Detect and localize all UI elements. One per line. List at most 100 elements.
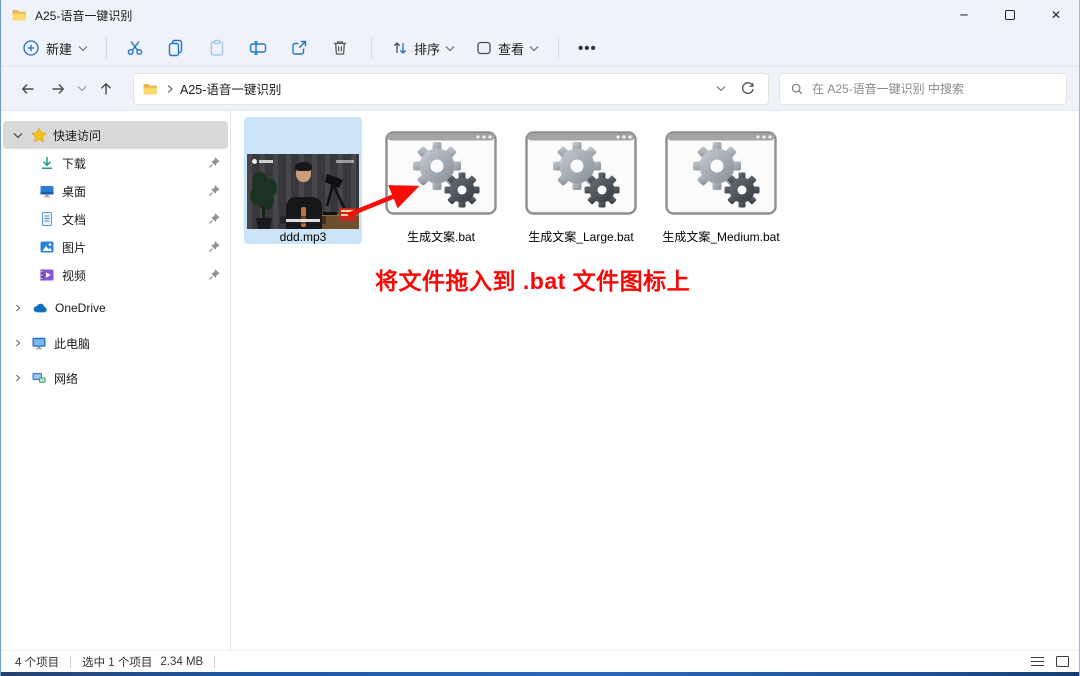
red-badge xyxy=(339,208,356,221)
sidebar-item-videos[interactable]: 视频 xyxy=(1,261,230,289)
sort-button[interactable]: 排序 xyxy=(381,33,465,63)
chevron-right-icon[interactable] xyxy=(13,302,23,314)
breadcrumb[interactable]: A25-语音一键识别 xyxy=(133,72,769,105)
sidebar-item-label: 网络 xyxy=(54,371,79,386)
network-icon xyxy=(32,373,46,383)
recent-locations-button[interactable] xyxy=(73,74,91,104)
search-input[interactable] xyxy=(812,81,1058,96)
close-icon: ✕ xyxy=(1050,8,1062,22)
chevron-down-icon xyxy=(77,86,87,92)
new-button-label: 新建 xyxy=(46,41,73,57)
pin-icon[interactable] xyxy=(208,184,221,197)
new-button[interactable]: 新建 xyxy=(13,33,97,63)
file-list-area[interactable]: ddd.mp3 生成文案.bat 生成文案_Large.bat 生成文案_Med… xyxy=(231,111,1079,650)
file-name[interactable]: 生成文案_Large.bat xyxy=(528,230,633,244)
paste-button[interactable] xyxy=(198,33,236,63)
chevron-down-icon[interactable] xyxy=(13,131,23,140)
minimize-button[interactable]: ─ xyxy=(941,0,987,30)
annotation-text: 将文件拖入到 .bat 文件图标上 xyxy=(375,268,691,294)
sidebar-item-label: 图片 xyxy=(62,240,87,255)
folder-icon xyxy=(12,10,26,21)
breadcrumb-folder-name[interactable]: A25-语音一键识别 xyxy=(180,79,281,98)
sidebar-item-documents[interactable]: 文档 xyxy=(1,205,230,233)
paste-clipboard-icon xyxy=(210,39,224,56)
selection-count: 选中 1 个项目 xyxy=(82,656,153,669)
person-hair xyxy=(295,162,312,171)
sidebar-item-label: 下载 xyxy=(62,156,87,171)
up-arrow-icon xyxy=(101,82,111,94)
pictures-icon xyxy=(40,241,54,253)
batch-file-icon xyxy=(385,131,497,215)
address-dropdown-button[interactable] xyxy=(708,76,734,102)
chevron-right-icon xyxy=(167,84,173,93)
chevron-right-icon[interactable] xyxy=(13,337,23,349)
sidebar-item-onedrive[interactable]: OneDrive xyxy=(1,294,230,322)
refresh-button[interactable] xyxy=(734,76,760,102)
toolbar-separator xyxy=(106,37,108,59)
maximize-button[interactable] xyxy=(987,0,1033,30)
forward-button[interactable] xyxy=(43,74,73,104)
sidebar-item-downloads[interactable]: 下载 xyxy=(1,149,230,177)
thumb-watermark xyxy=(336,160,354,163)
cut-button[interactable] xyxy=(116,33,154,63)
more-options-button[interactable]: ••• xyxy=(568,40,607,57)
sidebar-item-label: 此电脑 xyxy=(54,336,91,351)
quick-access-label: 快速访问 xyxy=(53,128,102,143)
selection-size: 2.34 MB xyxy=(160,655,204,668)
command-toolbar: 新建 排序 查看 ••• xyxy=(1,30,1079,67)
more-dots-icon: ••• xyxy=(578,39,597,57)
share-icon xyxy=(292,40,307,55)
file-name[interactable]: ddd.mp3 xyxy=(280,230,327,244)
forward-arrow-icon xyxy=(52,83,65,94)
file-tile-bat-1[interactable]: 生成文案.bat xyxy=(382,117,500,244)
item-count: 4 个项目 xyxy=(15,656,60,669)
onedrive-cloud-icon xyxy=(33,303,47,313)
chevron-down-icon xyxy=(716,86,726,92)
file-tile-bat-3[interactable]: 生成文案_Medium.bat xyxy=(662,117,780,244)
videos-icon xyxy=(40,269,54,281)
back-button[interactable] xyxy=(13,74,43,104)
minimize-icon: ─ xyxy=(960,8,968,22)
delete-button[interactable] xyxy=(321,33,359,63)
file-name[interactable]: 生成文案_Medium.bat xyxy=(662,230,779,244)
sidebar-item-pictures[interactable]: 图片 xyxy=(1,233,230,261)
address-bar-row: A25-语音一键识别 xyxy=(1,67,1079,111)
sidebar-item-label: 文档 xyxy=(62,212,87,227)
toolbar-separator xyxy=(558,37,560,59)
pin-icon[interactable] xyxy=(208,156,221,169)
mp3-video-thumbnail xyxy=(247,154,359,229)
file-explorer-window: A25-语音一键识别 ─ ✕ 新建 排序 查看 ••• A25-语音一键识别 在… xyxy=(0,0,1080,676)
share-button[interactable] xyxy=(280,33,318,63)
sidebar-item-quick-access[interactable]: 快速访问 xyxy=(3,121,228,149)
details-view-button[interactable] xyxy=(1031,656,1044,667)
window-title: A25-语音一键识别 xyxy=(35,8,133,23)
status-separator xyxy=(214,655,216,668)
sidebar-item-desktop[interactable]: 桌面 xyxy=(1,177,230,205)
status-separator xyxy=(70,655,72,668)
file-tile-ddd-mp3[interactable]: ddd.mp3 xyxy=(244,117,362,244)
pin-icon[interactable] xyxy=(208,240,221,253)
search-box[interactable] xyxy=(779,72,1067,105)
toolbar-separator xyxy=(371,37,373,59)
chevron-right-icon[interactable] xyxy=(13,372,23,384)
view-button[interactable]: 查看 xyxy=(465,33,549,63)
file-tile-bat-2[interactable]: 生成文案_Large.bat xyxy=(522,117,640,244)
rename-button[interactable] xyxy=(239,33,277,63)
large-thumbnails-view-button[interactable] xyxy=(1056,656,1069,667)
desktop-icon xyxy=(40,186,54,198)
sidebar-item-network[interactable]: 网络 xyxy=(1,364,230,392)
pin-icon[interactable] xyxy=(208,212,221,225)
close-button[interactable]: ✕ xyxy=(1033,0,1079,30)
copy-button[interactable] xyxy=(157,33,195,63)
plant-silhouette xyxy=(250,172,277,229)
batch-file-icon xyxy=(525,131,637,215)
window-bottom-edge xyxy=(1,672,1079,676)
view-icon xyxy=(477,41,491,55)
file-name[interactable]: 生成文案.bat xyxy=(407,230,475,244)
sidebar-item-label: 视频 xyxy=(62,268,87,283)
batch-file-icon xyxy=(665,131,777,215)
pin-icon[interactable] xyxy=(208,268,221,281)
back-arrow-icon xyxy=(21,83,34,94)
sidebar-item-this-pc[interactable]: 此电脑 xyxy=(1,329,230,357)
up-button[interactable] xyxy=(91,74,121,104)
